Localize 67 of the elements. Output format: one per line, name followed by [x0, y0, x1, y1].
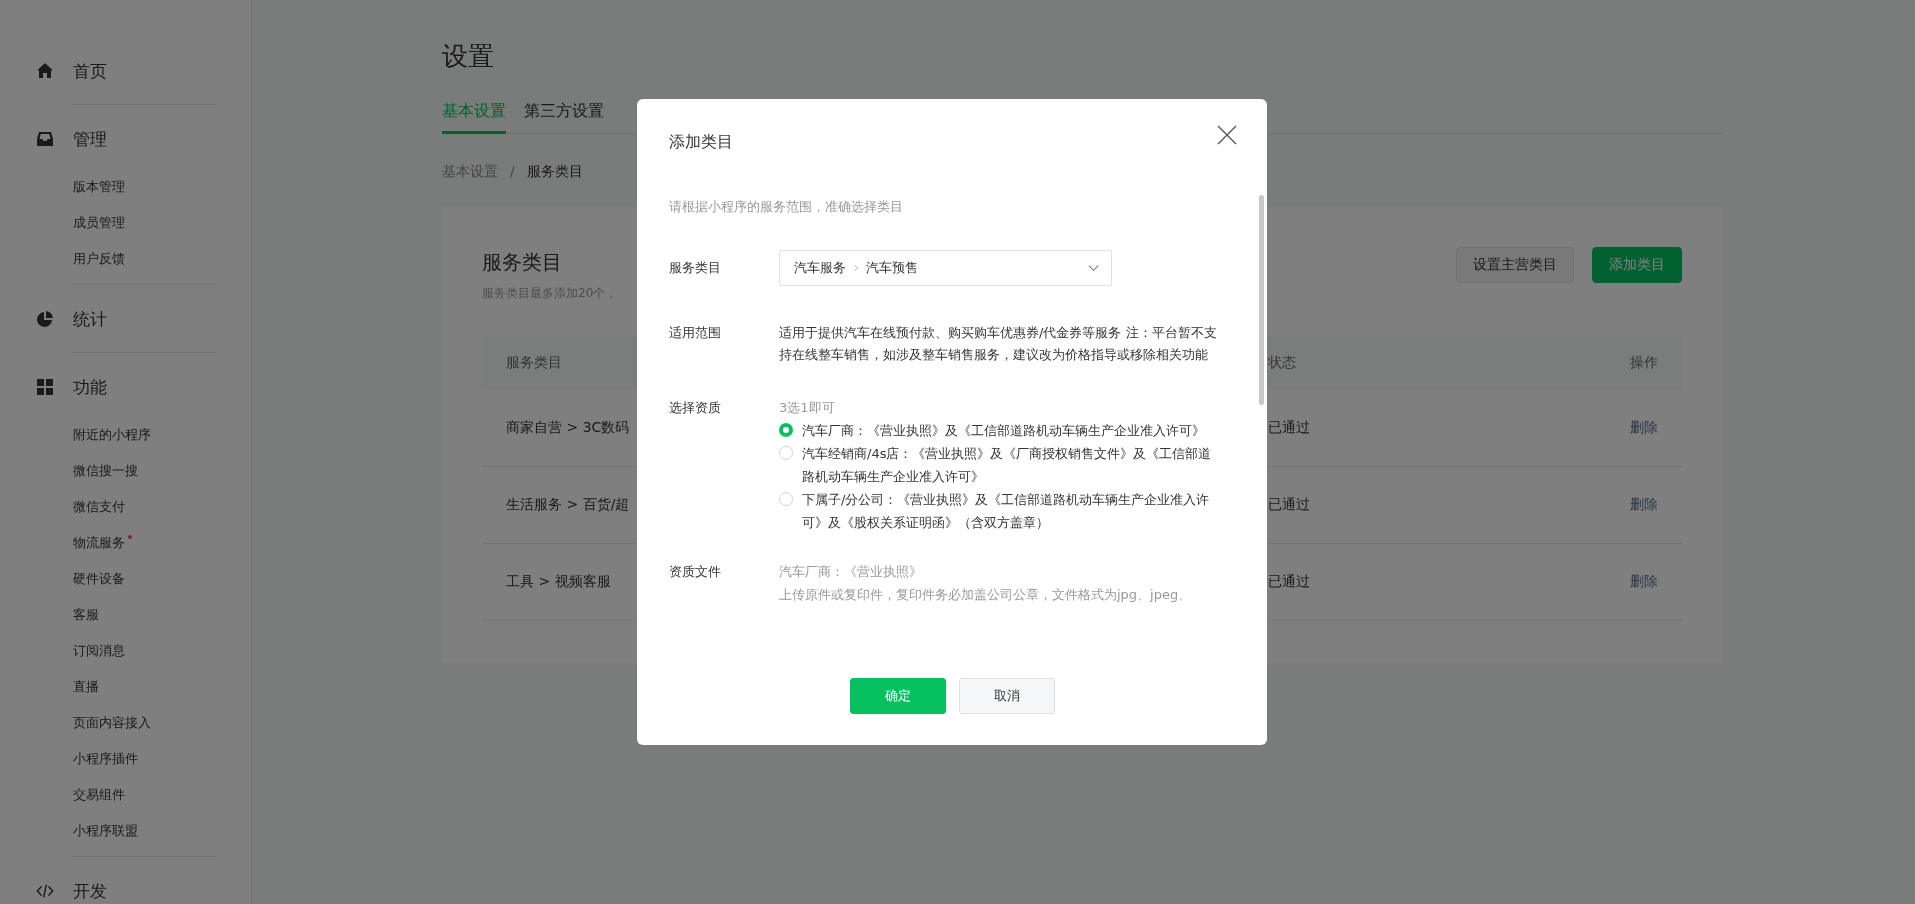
chevron-icon — [853, 263, 859, 273]
field-note: 上传原件或复印件，复印件务必加盖公司公章，文件格式为jpg、jpeg、 — [779, 586, 1193, 604]
table-cell-text: 已通过 — [1268, 419, 1311, 437]
scrollbar[interactable] — [1259, 195, 1264, 405]
grid-icon — [36, 378, 54, 396]
sidebar-item[interactable]: 订阅消息 — [73, 642, 125, 660]
select-value: 汽车服务 — [794, 259, 846, 277]
dialog-hint: 请根据小程序的服务范围，准确选择类目 — [669, 198, 904, 216]
option-label[interactable]: 汽车经销商/4s店：《营业执照》及《厂商授权销售文件》及《工信部道路机动车辆生产企业准入许可》 — [802, 442, 1223, 488]
sidebar-item[interactable]: 物流服务 — [73, 534, 125, 552]
breadcrumb-separator: / — [510, 162, 515, 181]
sidebar-section[interactable]: 功能 — [73, 375, 107, 399]
delete-link[interactable]: 删除 — [1630, 496, 1658, 514]
field-label: 服务类目 — [669, 259, 722, 277]
table-cell: 生活服务 > 百货/超 — [506, 496, 630, 512]
radio-button[interactable] — [779, 446, 793, 460]
field-label: 适用范围 — [669, 324, 722, 342]
field-label: 资质文件 — [669, 563, 722, 581]
field-note: 汽车厂商：《营业执照》 — [779, 563, 923, 581]
sidebar-section[interactable]: 统计 — [73, 307, 107, 331]
sidebar-item[interactable]: 硬件设备 — [73, 570, 125, 588]
home-icon — [36, 62, 54, 80]
code-icon — [36, 882, 54, 900]
radio-button[interactable] — [779, 423, 793, 437]
field-label: 选择资质 — [669, 399, 722, 417]
page-title: 设置 — [442, 40, 495, 72]
column-header: 状态 — [1268, 354, 1297, 372]
sidebar-item[interactable]: 用户反馈 — [73, 250, 125, 268]
sidebar-item[interactable]: 客服 — [73, 606, 99, 624]
card-title: 服务类目 — [482, 249, 563, 276]
close-icon[interactable] — [1217, 125, 1237, 145]
sidebar-item[interactable]: 小程序插件 — [73, 750, 138, 768]
field-note: 3选1即可 — [779, 399, 836, 417]
option-label[interactable]: 汽车厂商：《营业执照》及《工信部道路机动车辆生产企业准入许可》 — [802, 419, 1223, 442]
sidebar-item[interactable]: 附近的小程序 — [73, 426, 151, 444]
table-cell: 工具 > 视频客服 — [506, 573, 611, 589]
delete-link[interactable]: 删除 — [1630, 573, 1658, 591]
dialog-button[interactable]: 确定 — [849, 678, 946, 714]
radio-button[interactable] — [779, 492, 793, 506]
tab[interactable]: 第三方设置 — [524, 101, 604, 134]
action-button[interactable]: 设置主营类目 — [1456, 247, 1574, 283]
pie-chart-icon — [36, 310, 54, 328]
sidebar-item[interactable]: 小程序联盟 — [73, 822, 138, 840]
column-header: 服务类目 — [506, 354, 562, 370]
sidebar-item[interactable]: 直播 — [73, 678, 99, 696]
select-value: 汽车预售 — [866, 259, 918, 277]
sidebar-item[interactable]: 交易组件 — [73, 786, 125, 804]
category-select[interactable]: 汽车服务 汽车预售 — [779, 250, 1112, 286]
table-cell-text: 已通过 — [1268, 496, 1311, 514]
sidebar-item[interactable]: 微信支付 — [73, 498, 125, 516]
option-label[interactable]: 下属子/分公司：《营业执照》及《工信部道路机动车辆生产企业准入许可》及《股权关系证明函》（含双方盖章） — [802, 488, 1223, 534]
table-cell-text: 已通过 — [1268, 573, 1311, 591]
dialog-button[interactable]: 取消 — [958, 678, 1055, 714]
scope-description: 适用于提供汽车在线预付款、购买购车优惠券/代金券等服务 注：平台暂不支持在线整车销售，如涉及整车销售服务，建议改为价格指导或移除相关功能 — [779, 324, 1218, 364]
column-header: 操作 — [1630, 354, 1658, 372]
delete-link[interactable]: 删除 — [1630, 419, 1658, 437]
breadcrumb-item: 服务类目 — [526, 162, 583, 181]
dialog-title: 添加类目 — [669, 132, 733, 151]
table-cell: 商家自营 > 3C数码 — [506, 419, 630, 435]
inbox-icon — [36, 130, 54, 148]
caret-icon — [1088, 264, 1099, 272]
sidebar-section[interactable]: 首页 — [73, 59, 107, 83]
sidebar-item[interactable]: 页面内容接入 — [73, 714, 151, 732]
sidebar-section[interactable]: 开发 — [73, 879, 107, 903]
sidebar-section[interactable]: 管理 — [73, 127, 107, 151]
sidebar-item[interactable]: 成员管理 — [73, 214, 125, 232]
sidebar-item[interactable]: 版本管理 — [73, 178, 125, 196]
